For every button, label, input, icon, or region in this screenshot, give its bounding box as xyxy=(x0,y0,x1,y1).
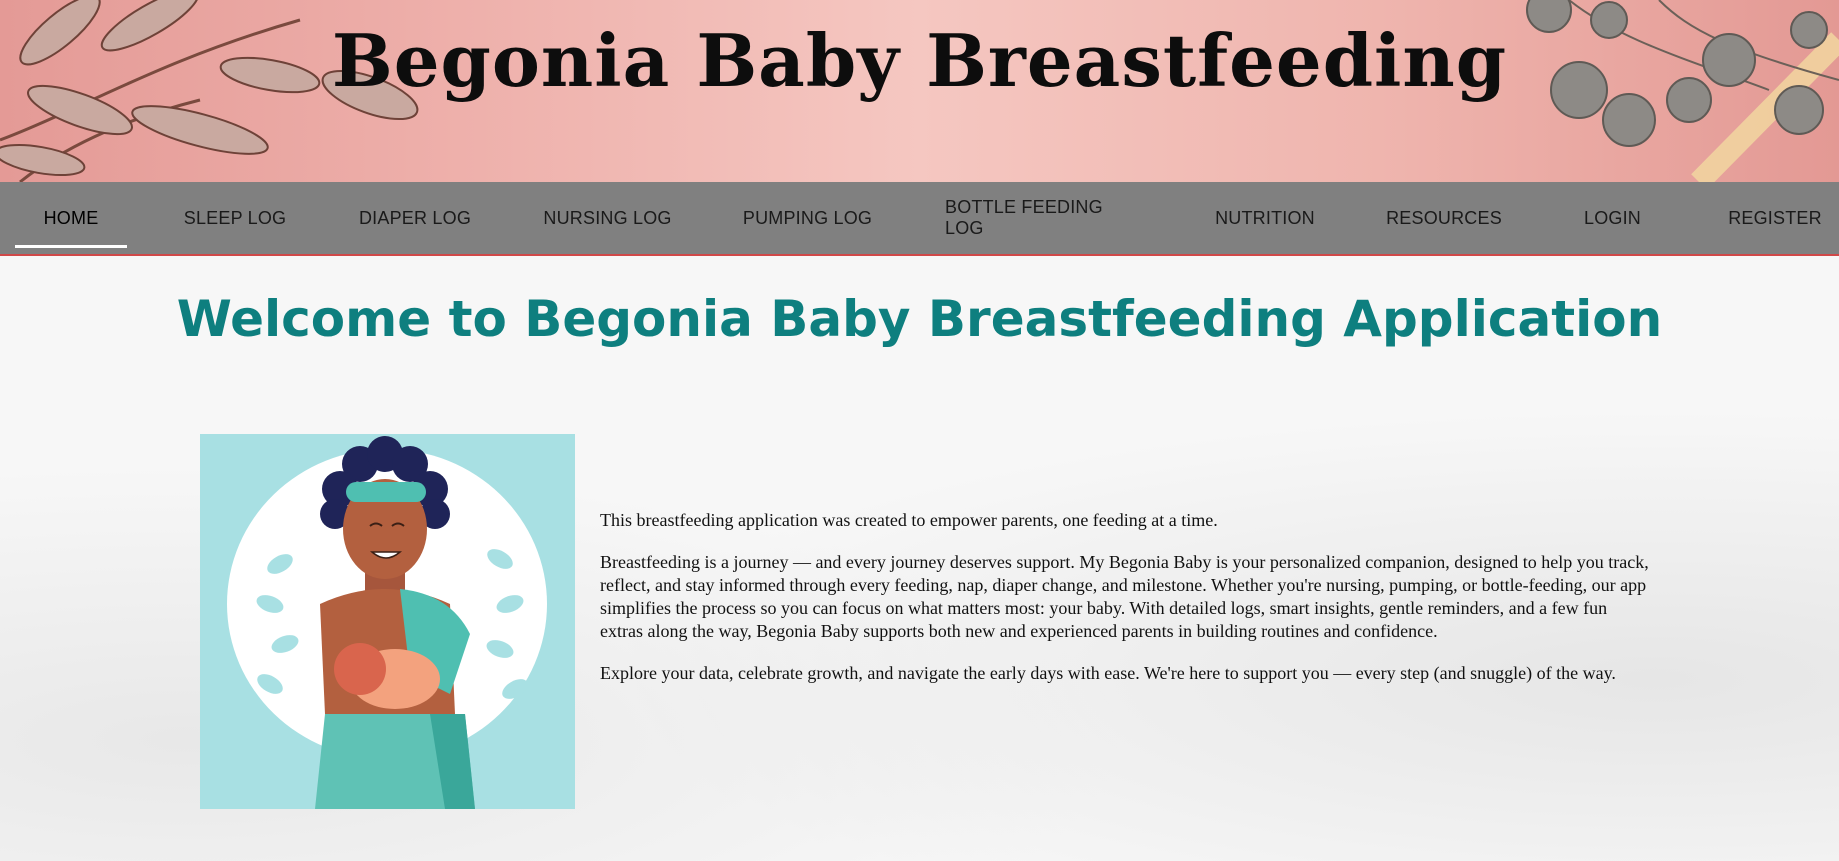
nav-item-login[interactable]: LOGIN xyxy=(1580,182,1645,254)
intro-text: This breastfeeding application was creat… xyxy=(600,509,1650,704)
nav-item-pumping-log[interactable]: PUMPING LOG xyxy=(740,182,875,254)
nav-item-nursing-log[interactable]: NURSING LOG xyxy=(540,182,675,254)
intro-paragraph-3: Explore your data, celebrate growth, and… xyxy=(600,663,1616,683)
nav-item-diaper-log[interactable]: DIAPER LOG xyxy=(355,182,475,254)
nav-item-sleep-log[interactable]: SLEEP LOG xyxy=(175,182,295,254)
intro-paragraph-1: This breastfeeding application was creat… xyxy=(600,510,1218,530)
nav-item-bottle-feeding-log[interactable]: BOTTLE FEEDING LOG xyxy=(945,182,1140,254)
nav-item-register[interactable]: REGISTER xyxy=(1725,182,1825,254)
header-banner: Begonia Baby Breastfeeding xyxy=(0,0,1839,182)
main-nav: HOME SLEEP LOG DIAPER LOG NURSING LOG PU… xyxy=(0,182,1839,256)
page-heading: Welcome to Begonia Baby Breastfeeding Ap… xyxy=(176,290,1663,348)
nav-item-home[interactable]: HOME xyxy=(15,182,127,254)
breastfeeding-mother-illustration xyxy=(200,434,575,809)
nav-item-resources[interactable]: RESOURCES xyxy=(1385,182,1503,254)
intro-paragraph-2: Breastfeeding is a journey — and every j… xyxy=(600,552,1649,641)
active-tab-indicator xyxy=(15,245,127,248)
site-title: Begonia Baby Breastfeeding xyxy=(331,18,1508,103)
nav-item-nutrition[interactable]: NUTRITION xyxy=(1210,182,1320,254)
